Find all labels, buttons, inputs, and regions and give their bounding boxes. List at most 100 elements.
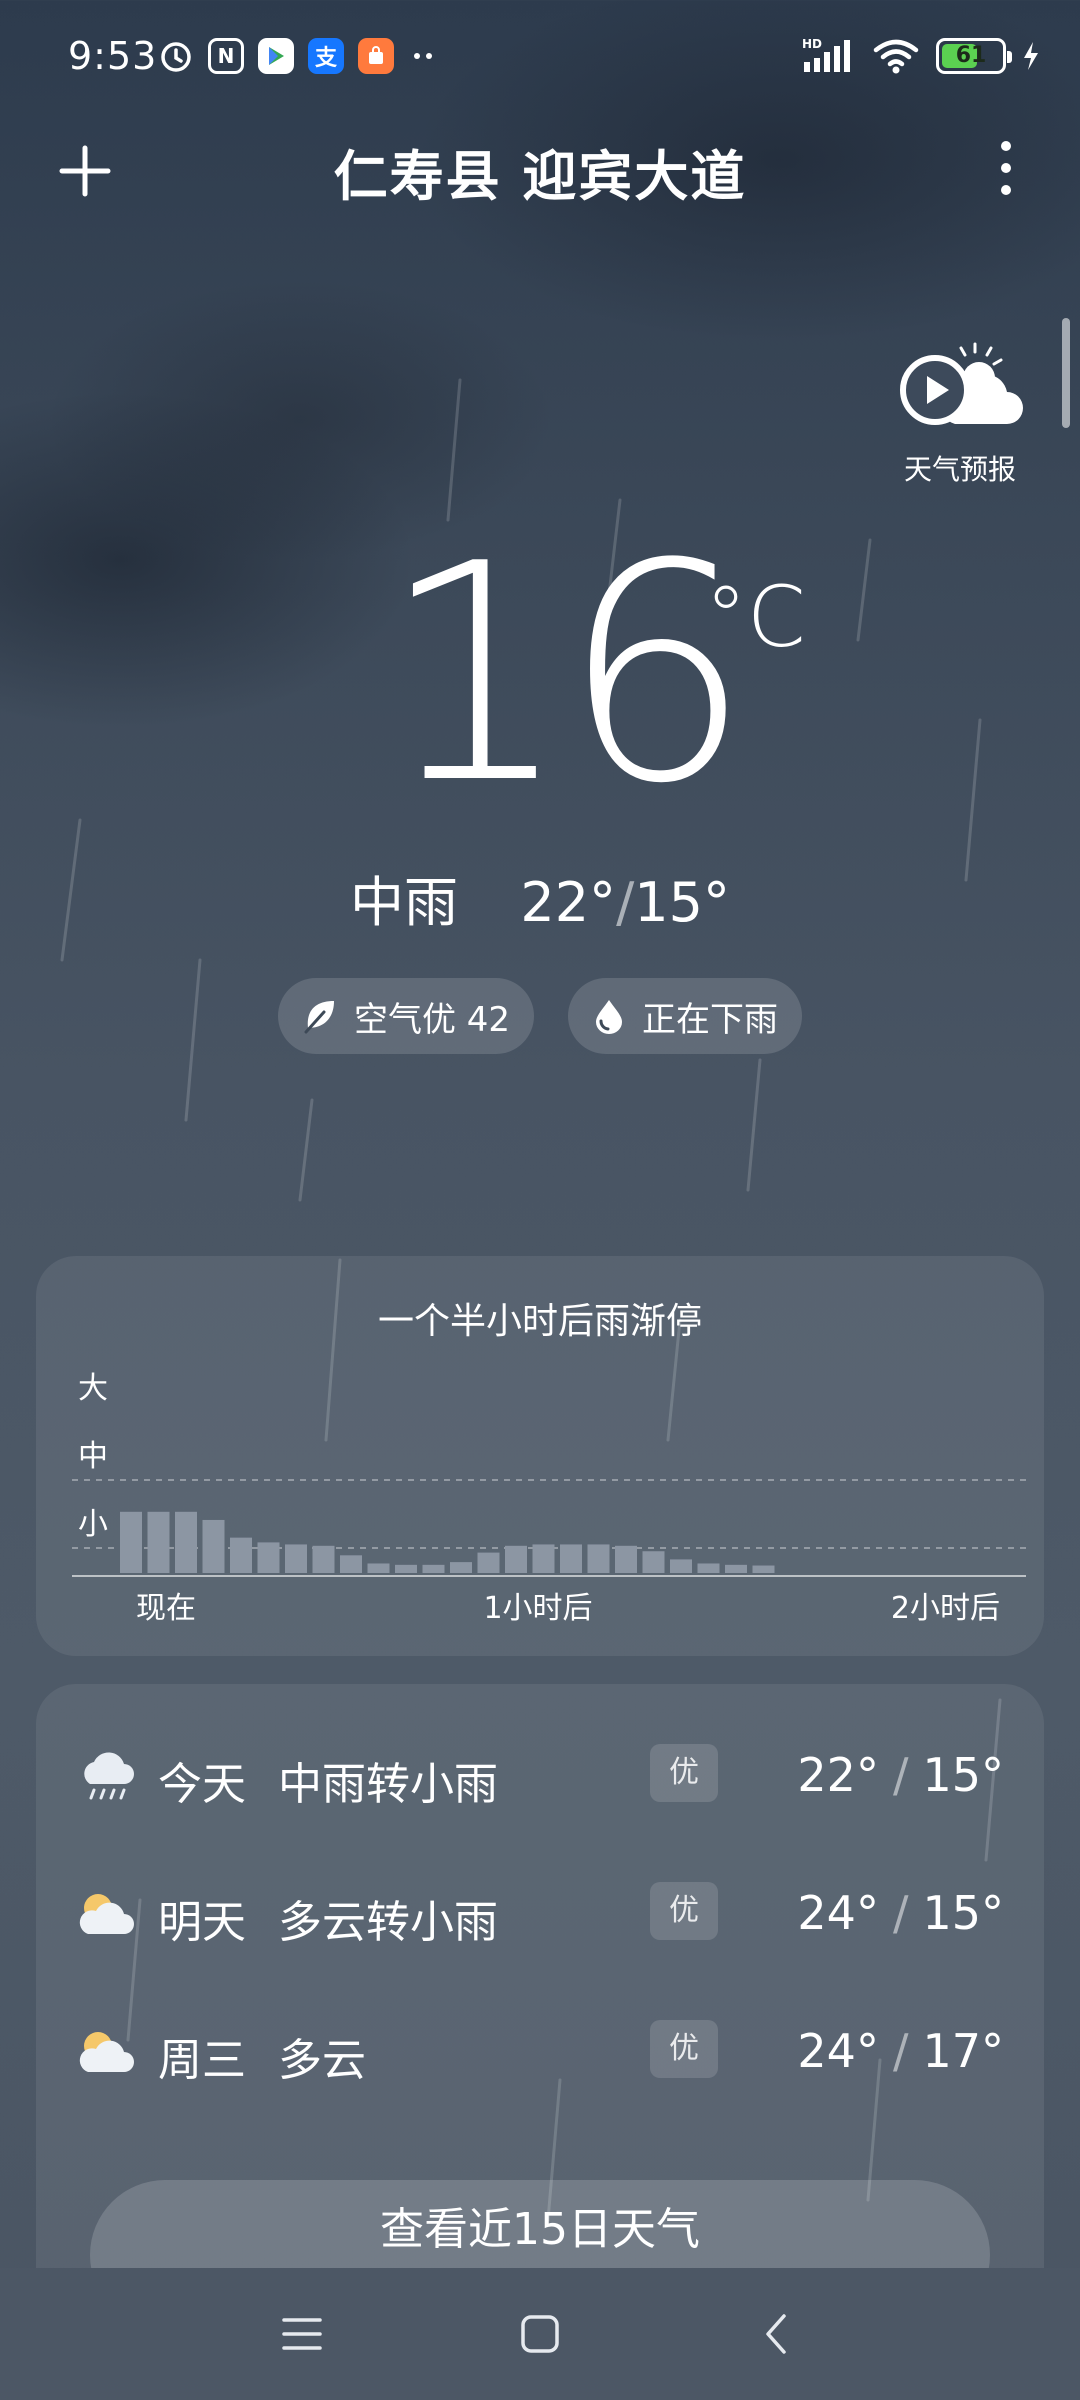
charging-icon	[1024, 42, 1038, 70]
signal-icon: HD	[802, 37, 850, 72]
shopping-app-icon	[358, 38, 394, 74]
menu-icon[interactable]	[280, 2312, 324, 2356]
precipitation-bar	[147, 1511, 170, 1573]
back-icon[interactable]	[756, 2312, 800, 2356]
app-header: 仁寿县 迎宾大道	[0, 118, 1080, 218]
day-temperatures: 24°/17°	[797, 2024, 1004, 2078]
day-low: 15°	[922, 1748, 1004, 1802]
air-quality-chip[interactable]: 空气优 42	[277, 978, 535, 1054]
partly-cloudy-icon	[79, 1894, 134, 1934]
today-high: 22°	[520, 871, 617, 934]
day-name: 今天	[158, 1759, 246, 1810]
precipitation-bar	[367, 1563, 390, 1573]
current-temperature-block: 16 °C	[0, 510, 1080, 840]
play-store-icon	[258, 38, 294, 74]
precipitation-bar	[587, 1544, 610, 1573]
day-temperatures: 24°/15°	[797, 1886, 1004, 1940]
day-high: 24°	[797, 2024, 879, 2078]
y-level-label: 大	[78, 1371, 108, 1406]
precipitation-bar	[175, 1511, 197, 1573]
precipitation-bar	[340, 1555, 362, 1573]
battery-icon: 61	[936, 38, 1012, 74]
day-condition: 多云	[278, 2035, 366, 2086]
precipitation-bar	[752, 1565, 775, 1573]
nfc-icon: N	[208, 38, 244, 74]
weather-forecast-video-button[interactable]: 天气预报	[895, 338, 1025, 488]
day-high: 24°	[797, 1886, 879, 1940]
play-cloud-icon	[900, 342, 1023, 425]
precipitation-bar	[202, 1519, 225, 1573]
daily-row-wednesday[interactable]: 周三 多云 优 24°/17°	[36, 2006, 1044, 2096]
day-temperatures: 22°/15°	[797, 1748, 1004, 1802]
temp-separator: /	[892, 1748, 909, 1802]
current-temperature: 16	[380, 500, 752, 849]
precipitation-bar	[477, 1552, 500, 1573]
home-icon[interactable]	[518, 2312, 562, 2356]
air-quality-text: 空气优 42	[353, 999, 511, 1040]
precipitation-bar	[422, 1564, 445, 1573]
aqi-badge: 优	[650, 1882, 718, 1940]
rain-status-text: 正在下雨	[642, 999, 779, 1040]
more-vertical-icon[interactable]	[988, 136, 1024, 200]
leaf-icon	[304, 1001, 334, 1034]
day-high: 22°	[797, 1748, 879, 1802]
y-level-label: 小	[78, 1507, 108, 1542]
network-label: HD	[802, 37, 822, 51]
aqi-badge: 优	[650, 2020, 718, 2078]
day-name: 明天	[158, 1897, 246, 1948]
temp-separator: /	[892, 2024, 909, 2078]
precipitation-bar	[450, 1562, 472, 1573]
partly-cloudy-icon	[79, 2032, 134, 2072]
wifi-icon	[873, 39, 919, 74]
day-low: 15°	[922, 1886, 1004, 1940]
condition-line: 中雨 22°/15°	[0, 858, 1080, 937]
precipitation-bar	[395, 1564, 417, 1573]
precipitation-bar	[725, 1564, 747, 1573]
high-low-separator: /	[616, 871, 635, 934]
alipay-icon: 支	[308, 38, 344, 74]
precipitation-bar	[312, 1545, 335, 1573]
x-tick-label: 2小时后	[891, 1591, 1000, 1626]
water-drop-icon	[596, 1000, 623, 1034]
x-tick-label: 1小时后	[483, 1591, 592, 1626]
weather-forecast-label: 天气预报	[903, 453, 1016, 486]
precipitation-bar	[285, 1544, 307, 1573]
today-low: 15°	[634, 871, 730, 934]
precipitation-bar	[505, 1545, 527, 1573]
scroll-indicator	[1062, 318, 1070, 428]
precipitation-bar	[532, 1544, 555, 1573]
daily-row-today[interactable]: 今天 中雨转小雨 优 22°/15°	[36, 1730, 1044, 1820]
rain-cloud-icon	[84, 1752, 134, 1800]
precipitation-bar	[697, 1563, 720, 1573]
precipitation-chart: 大中小现在 1小时后 2小时后	[72, 1371, 1026, 1626]
precipitation-bar	[615, 1545, 637, 1573]
temp-separator: /	[892, 1886, 909, 1940]
system-navigation-bar	[0, 2268, 1080, 2400]
battery-cap	[1007, 51, 1012, 63]
y-level-label: 中	[78, 1439, 108, 1474]
status-bar: 9:53 N 支 HD 61	[0, 0, 1080, 118]
precipitation-bar	[642, 1551, 665, 1573]
system-icons: HD 61	[802, 36, 1040, 76]
day-low: 17°	[922, 2024, 1004, 2078]
status-time: 9:53	[68, 34, 158, 78]
day-condition: 中雨转小雨	[278, 1759, 498, 1810]
precipitation-bar	[670, 1559, 692, 1573]
precipitation-bar	[257, 1542, 280, 1573]
x-tick-label: 现在	[136, 1591, 196, 1626]
notification-icons: N 支	[158, 38, 438, 74]
current-condition: 中雨	[350, 871, 458, 934]
alarm-icon	[161, 42, 191, 72]
battery-percent: 61	[955, 43, 987, 68]
precipitation-bar	[560, 1544, 582, 1573]
status-chips: 空气优 42 正在下雨	[0, 978, 1080, 1054]
precipitation-card[interactable]: 一个半小时后雨渐停 大中小现在 1小时后 2小时后	[36, 1256, 1044, 1656]
precipitation-bar	[230, 1537, 252, 1573]
more-notifications-icon	[414, 53, 432, 59]
location-title[interactable]: 仁寿县 迎宾大道	[0, 132, 1080, 211]
day-condition: 多云转小雨	[278, 1897, 498, 1948]
daily-row-tomorrow[interactable]: 明天 多云转小雨 优 24°/15°	[36, 1868, 1044, 1958]
day-name: 周三	[158, 2035, 246, 2086]
rain-status-chip[interactable]: 正在下雨	[568, 978, 803, 1054]
temperature-unit: °C	[705, 568, 806, 666]
